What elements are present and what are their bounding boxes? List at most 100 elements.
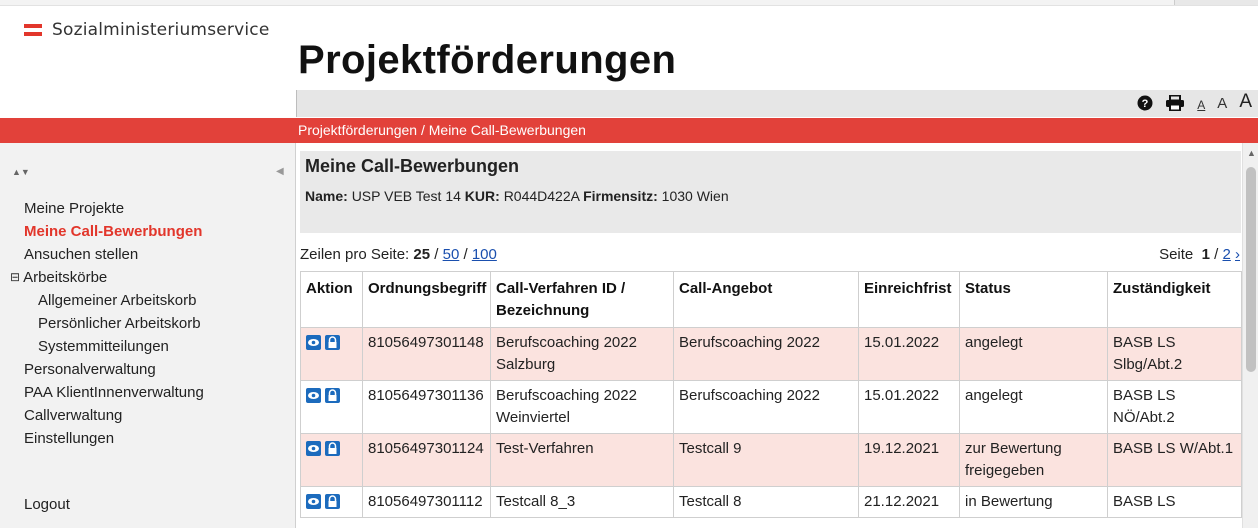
utility-toolbar: ? A A A — [296, 90, 1258, 117]
collapse-sidebar-icon[interactable]: ◀ — [276, 166, 284, 177]
view-icon[interactable] — [306, 388, 321, 403]
svg-text:?: ? — [1142, 98, 1149, 110]
column-header-status[interactable]: Status — [959, 271, 1108, 328]
name-value: USP VEB Test 14 — [351, 188, 461, 204]
font-size-medium-button[interactable]: A — [1217, 96, 1227, 111]
font-size-small-button[interactable]: A — [1197, 99, 1205, 111]
sidebar-item-meine-projekte[interactable]: Meine Projekte — [24, 197, 204, 220]
ordnungsbegriff-cell: 81056497301124 — [362, 433, 491, 487]
page-2-link[interactable]: 2 — [1222, 246, 1230, 263]
applicant-info-box: Meine Call-Bewerbungen Name: USP VEB Tes… — [300, 151, 1241, 233]
ordnungsbegriff-cell: 81056497301112 — [362, 486, 491, 518]
table-row[interactable]: 81056497301148 Berufscoaching 2022 Salzb… — [300, 327, 1242, 381]
verfahren-cell: Test-Verfahren — [490, 433, 674, 487]
view-icon[interactable] — [306, 441, 321, 456]
sidebar: ▲▼ ◀ Meine Projekte Meine Call-Bewerbung… — [0, 143, 296, 528]
column-header-call-angebot[interactable]: Call-Angebot — [673, 271, 859, 328]
sidebar-item-callverwaltung[interactable]: Callverwaltung — [24, 404, 204, 427]
status-cell: angelegt — [959, 327, 1108, 381]
logout-link[interactable]: Logout — [24, 496, 70, 513]
current-page: 1 — [1201, 246, 1210, 263]
column-header-call-verfahren[interactable]: Call-Verfahren ID / Bezeichnung — [490, 271, 674, 328]
column-header-einreichfrist[interactable]: Einreichfrist — [858, 271, 960, 328]
sidebar-item-arbeitskoerbe[interactable]: ⊟ Arbeitskörbe — [10, 266, 204, 289]
sidebar-item-paa-klientinnenverwaltung[interactable]: PAA KlientInnenverwaltung — [24, 381, 204, 404]
applications-table: Aktion Ordnungsbegriff Call-Verfahren ID… — [300, 271, 1242, 518]
status-cell: in Bewertung — [959, 486, 1108, 518]
window-tab-edge — [1174, 0, 1258, 5]
sidebar-item-personalverwaltung[interactable]: Personalverwaltung — [24, 358, 204, 381]
separator: / — [463, 246, 468, 263]
rows-per-page: Zeilen pro Seite: 25 / 50 / 100 — [300, 246, 497, 263]
brand-logo[interactable]: Sozialministeriumservice — [24, 20, 269, 40]
action-cell — [300, 486, 363, 518]
sidebar-item-meine-call-bewerbungen[interactable]: Meine Call-Bewerbungen — [24, 220, 204, 243]
lock-icon[interactable] — [325, 335, 340, 350]
rows-per-page-100-link[interactable]: 100 — [472, 246, 497, 263]
sort-arrows-icon[interactable]: ▲▼ — [12, 167, 30, 177]
zustaendigkeit-cell: BASB LS Slbg/Abt.2 — [1107, 327, 1242, 381]
sidebar-item-systemmitteilungen[interactable]: Systemmitteilungen — [24, 335, 204, 358]
kur-value: R044D422A — [503, 188, 580, 204]
applicant-info: Name: USP VEB Test 14 KUR: R044D422A Fir… — [305, 188, 729, 204]
scrollbar-thumb[interactable] — [1246, 167, 1256, 372]
window-top-strip — [0, 0, 1258, 6]
zustaendigkeit-cell: BASB LS — [1107, 486, 1242, 518]
view-icon[interactable] — [306, 494, 321, 509]
next-page-link[interactable]: › — [1235, 246, 1240, 263]
einreichfrist-cell: 15.01.2022 — [858, 327, 960, 381]
sidebar-item-einstellungen[interactable]: Einstellungen — [24, 427, 204, 450]
angebot-cell: Testcall 8 — [673, 486, 859, 518]
pagination: Seite 1 / 2 › — [1159, 246, 1240, 263]
column-header-ordnungsbegriff[interactable]: Ordnungsbegriff — [362, 271, 491, 328]
table-header-row: Aktion Ordnungsbegriff Call-Verfahren ID… — [300, 271, 1242, 328]
flag-icon — [24, 24, 42, 36]
lock-icon[interactable] — [325, 441, 340, 456]
view-icon[interactable] — [306, 335, 321, 350]
breadcrumb-bar: Projektförderungen / Meine Call-Bewerbun… — [0, 118, 1258, 143]
column-header-aktion: Aktion — [300, 271, 363, 328]
column-header-zustaendigkeit[interactable]: Zuständigkeit — [1107, 271, 1242, 328]
section-title: Meine Call-Bewerbungen — [305, 156, 520, 176]
verfahren-cell: Berufscoaching 2022 Salzburg — [490, 327, 674, 381]
brand-name: Sozialministeriumservice — [52, 20, 270, 40]
zustaendigkeit-cell: BASB LS W/Abt.1 — [1107, 433, 1242, 487]
rows-per-page-50-link[interactable]: 50 — [443, 246, 460, 263]
sidebar-item-allgemeiner-arbeitskorb[interactable]: Allgemeiner Arbeitskorb — [24, 289, 204, 312]
breadcrumb[interactable]: Projektförderungen / Meine Call-Bewerbun… — [298, 122, 586, 138]
verfahren-cell: Testcall 8_3 — [490, 486, 674, 518]
sidebar-item-ansuchen-stellen[interactable]: Ansuchen stellen — [24, 243, 204, 266]
angebot-cell: Berufscoaching 2022 — [673, 327, 859, 381]
verfahren-cell: Berufscoaching 2022 Weinviertel — [490, 380, 674, 434]
table-row[interactable]: 81056497301136 Berufscoaching 2022 Weinv… — [300, 380, 1242, 434]
separator: / — [1214, 246, 1219, 263]
page-label: Seite — [1159, 246, 1194, 263]
scroll-up-icon[interactable]: ▲ — [1247, 148, 1256, 158]
collapse-toggle-icon[interactable]: ⊟ — [10, 266, 20, 289]
einreichfrist-cell: 19.12.2021 — [858, 433, 960, 487]
main-content: Meine Call-Bewerbungen Name: USP VEB Tes… — [297, 143, 1242, 528]
lock-icon[interactable] — [325, 494, 340, 509]
sidebar-item-label: Arbeitskörbe — [23, 269, 108, 286]
rows-per-page-label: Zeilen pro Seite: — [300, 246, 410, 263]
sidebar-item-persoenlicher-arbeitskorb[interactable]: Persönlicher Arbeitskorb — [24, 312, 204, 335]
separator: / — [434, 246, 439, 263]
font-size-large-button[interactable]: A — [1239, 92, 1252, 111]
table-row[interactable]: 81056497301112 Testcall 8_3 Testcall 8 2… — [300, 486, 1242, 518]
kur-label: KUR: — [464, 188, 500, 204]
angebot-cell: Berufscoaching 2022 — [673, 380, 859, 434]
status-cell: zur Bewertung freigegeben — [959, 433, 1108, 487]
angebot-cell: Testcall 9 — [673, 433, 859, 487]
einreichfrist-cell: 21.12.2021 — [858, 486, 960, 518]
rows-per-page-current: 25 — [413, 246, 431, 263]
firmensitz-value: 1030 Wien — [661, 188, 729, 204]
lock-icon[interactable] — [325, 388, 340, 403]
print-icon[interactable] — [1165, 95, 1185, 111]
table-row[interactable]: 81056497301124 Test-Verfahren Testcall 9… — [300, 433, 1242, 487]
help-icon[interactable]: ? — [1137, 95, 1153, 111]
action-cell — [300, 380, 363, 434]
firmensitz-label: Firmensitz: — [583, 188, 658, 204]
vertical-scrollbar[interactable]: ▲ — [1242, 143, 1258, 528]
action-cell — [300, 433, 363, 487]
sidebar-nav: Meine Projekte Meine Call-Bewerbungen An… — [10, 197, 204, 450]
